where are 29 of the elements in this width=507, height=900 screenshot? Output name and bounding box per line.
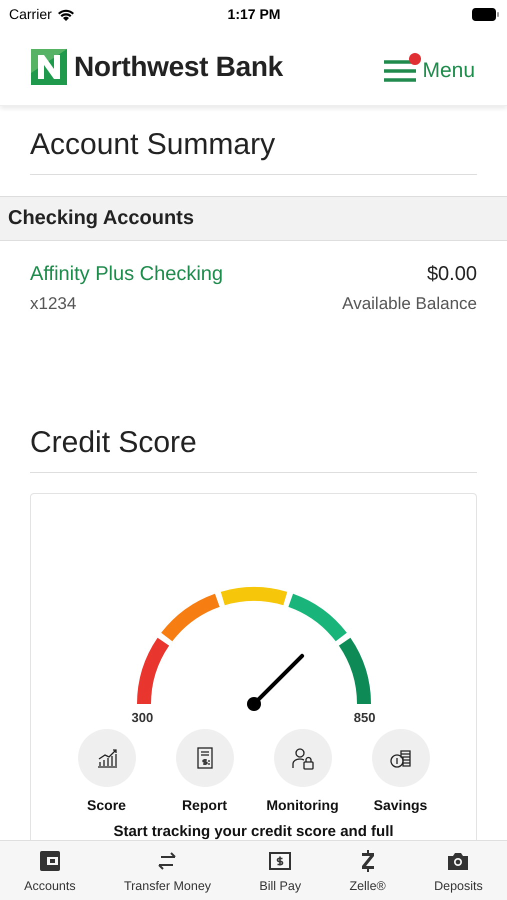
section-header: Checking Accounts bbox=[0, 196, 507, 241]
tab-button[interactable]: Deposits bbox=[434, 848, 483, 892]
clock-time: 1:17 PM bbox=[228, 6, 280, 22]
section-title: Credit Score bbox=[30, 404, 477, 473]
battery-icon bbox=[472, 8, 499, 20]
gauge-max-label: 850 bbox=[354, 710, 376, 725]
tab-button[interactable]: Transfer Money bbox=[124, 848, 212, 892]
tab-button[interactable]: Accounts bbox=[24, 848, 76, 892]
credit-action-button[interactable]: Report bbox=[160, 729, 250, 813]
tab-button[interactable]: Bill Pay bbox=[259, 848, 302, 892]
menu-icon bbox=[384, 60, 416, 82]
bank-name: Northwest Bank bbox=[74, 50, 283, 82]
tab-button[interactable]: Zelle® bbox=[349, 848, 386, 892]
wifi-icon bbox=[56, 8, 75, 20]
account-link[interactable]: Affinity Plus Checking bbox=[30, 263, 224, 286]
carrier-label: Carrier bbox=[9, 6, 52, 22]
gauge-min-label: 300 bbox=[132, 710, 154, 725]
credit-action-button[interactable]: Monitoring bbox=[258, 729, 348, 813]
balance-label: Available Balance bbox=[342, 294, 477, 314]
teaser-text: Start tracking your credit score and full bbox=[113, 823, 394, 840]
gauge-needle bbox=[246, 654, 304, 711]
credit-action-button[interactable]: Savings bbox=[356, 729, 446, 813]
wallet-icon bbox=[38, 848, 62, 872]
menu-button[interactable]: Menu bbox=[384, 50, 475, 82]
section-title: Account Summary bbox=[30, 106, 477, 175]
account-balance: $0.00 bbox=[426, 263, 477, 286]
bank-logo-icon bbox=[31, 48, 67, 84]
account-number: x1234 bbox=[30, 294, 76, 314]
credit-action-button[interactable]: Score bbox=[62, 729, 152, 813]
